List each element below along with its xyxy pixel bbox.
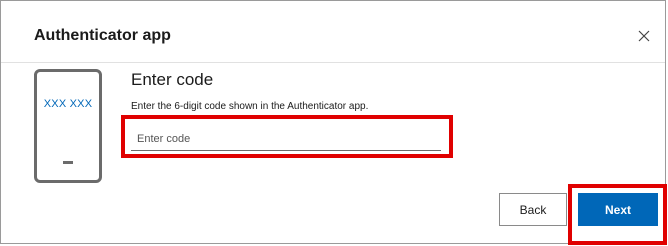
instruction-text: Enter the 6-digit code shown in the Auth… — [131, 101, 369, 112]
next-button[interactable]: Next — [578, 193, 658, 226]
phone-code-text: XXX XXX — [43, 98, 93, 110]
close-button[interactable] — [633, 25, 655, 47]
dialog-title: Authenticator app — [34, 27, 171, 44]
phone-illustration: XXX XXX — [34, 69, 102, 183]
phone-home-button — [63, 161, 73, 164]
enter-code-heading: Enter code — [131, 70, 214, 89]
authenticator-dialog: Authenticator app XXX XXX Enter code Ent… — [0, 0, 667, 245]
code-input[interactable] — [131, 127, 441, 151]
dialog-header: Authenticator app — [1, 1, 665, 63]
back-button[interactable]: Back — [499, 193, 567, 226]
close-icon — [638, 30, 650, 42]
